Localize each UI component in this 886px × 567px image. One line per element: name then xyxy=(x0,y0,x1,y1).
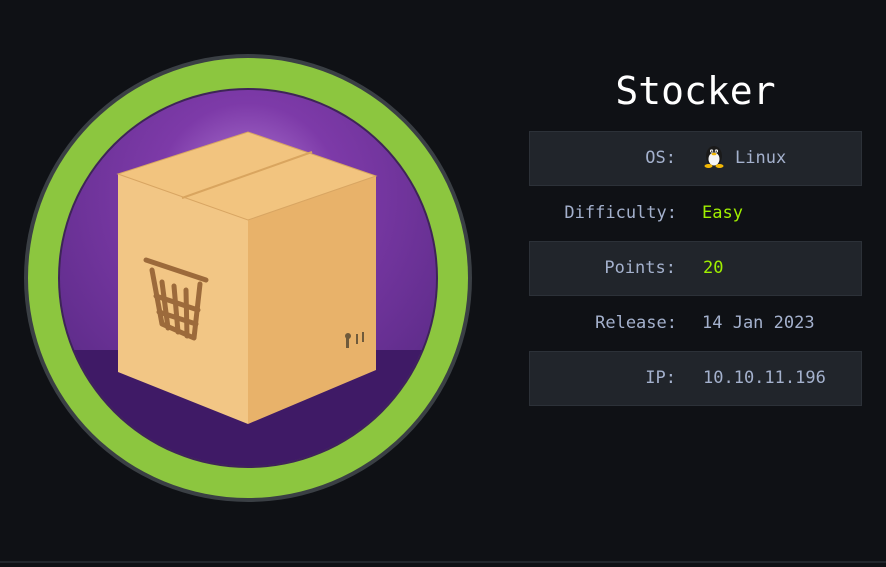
os-value-text: Linux xyxy=(735,148,787,168)
points-row: Points: 20 xyxy=(529,241,862,296)
package-box-with-basket-icon xyxy=(24,54,472,502)
os-row: OS: Linux xyxy=(529,131,862,186)
machine-info-table: OS: Linux Difficulty: Easy Points: 20 Re… xyxy=(529,131,862,406)
bottom-divider xyxy=(0,561,886,563)
ip-value: 10.10.11.196 xyxy=(703,368,826,388)
os-label: OS: xyxy=(645,148,676,168)
difficulty-label: Difficulty: xyxy=(564,203,677,223)
machine-avatar-badge xyxy=(22,52,474,504)
machine-title: Stocker xyxy=(615,69,776,113)
release-value: 14 Jan 2023 xyxy=(702,313,815,333)
points-label: Points: xyxy=(604,258,676,278)
release-label: Release: xyxy=(595,313,677,333)
tux-penguin-icon xyxy=(704,146,724,168)
release-row: Release: 14 Jan 2023 xyxy=(529,296,862,351)
points-value: 20 xyxy=(703,258,724,278)
ip-label: IP: xyxy=(645,368,676,388)
difficulty-row: Difficulty: Easy xyxy=(529,186,862,241)
difficulty-value: Easy xyxy=(702,203,743,223)
os-value: Linux xyxy=(703,132,786,185)
ip-row: IP: 10.10.11.196 xyxy=(529,351,862,406)
